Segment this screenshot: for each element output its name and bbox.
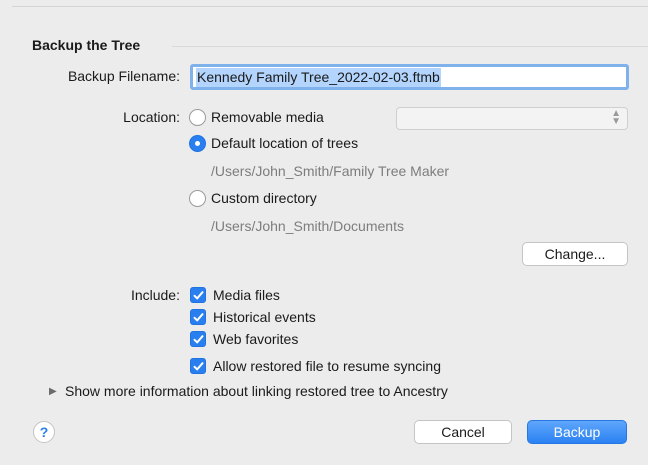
checkbox-web-favorites[interactable] [190, 331, 206, 347]
section-title: Backup the Tree [32, 37, 141, 53]
triangle-right-icon[interactable]: ▶ [49, 386, 57, 397]
backup-dialog: Backup the Tree Backup Filename: Kennedy… [0, 0, 648, 465]
checkmark-icon [193, 291, 204, 300]
location-label: Location: [123, 109, 180, 125]
filename-label: Backup Filename: [67, 68, 180, 84]
removable-media-select[interactable]: ▲ ▼ [396, 107, 628, 130]
radio-default-location[interactable] [189, 135, 206, 152]
checkbox-historical-events[interactable] [190, 309, 206, 325]
radio-default-location-label[interactable]: Default location of trees [211, 135, 358, 151]
radio-custom-directory[interactable] [189, 190, 206, 207]
up-down-chevron-icon: ▲ ▼ [611, 108, 621, 127]
cancel-button[interactable]: Cancel [414, 420, 512, 444]
radio-removable-media-label[interactable]: Removable media [211, 109, 324, 125]
radio-removable-media[interactable] [189, 109, 206, 126]
section-divider [172, 46, 648, 47]
checkbox-resume-syncing[interactable] [190, 358, 206, 374]
backup-button[interactable]: Backup [527, 420, 627, 444]
more-info-disclosure[interactable]: Show more information about linking rest… [65, 383, 448, 399]
filename-input[interactable]: Kennedy Family Tree_2022-02-03.ftmb [190, 64, 629, 90]
checkbox-media-files-label[interactable]: Media files [213, 287, 280, 303]
checkmark-icon [193, 313, 204, 322]
help-button[interactable]: ? [33, 421, 55, 443]
default-location-path: /Users/John_Smith/Family Tree Maker [211, 163, 450, 179]
checkbox-media-files[interactable] [190, 287, 206, 303]
include-label: Include: [130, 287, 180, 303]
top-divider [12, 6, 648, 7]
custom-directory-path: /Users/John_Smith/Documents [211, 218, 404, 234]
radio-custom-directory-label[interactable]: Custom directory [211, 190, 317, 206]
checkmark-icon [193, 335, 204, 344]
checkbox-historical-events-label[interactable]: Historical events [213, 309, 316, 325]
change-button[interactable]: Change... [522, 242, 628, 266]
checkbox-resume-syncing-label[interactable]: Allow restored file to resume syncing [213, 358, 441, 374]
checkbox-web-favorites-label[interactable]: Web favorites [213, 331, 298, 347]
checkmark-icon [193, 362, 204, 371]
filename-value: Kennedy Family Tree_2022-02-03.ftmb [196, 67, 441, 87]
